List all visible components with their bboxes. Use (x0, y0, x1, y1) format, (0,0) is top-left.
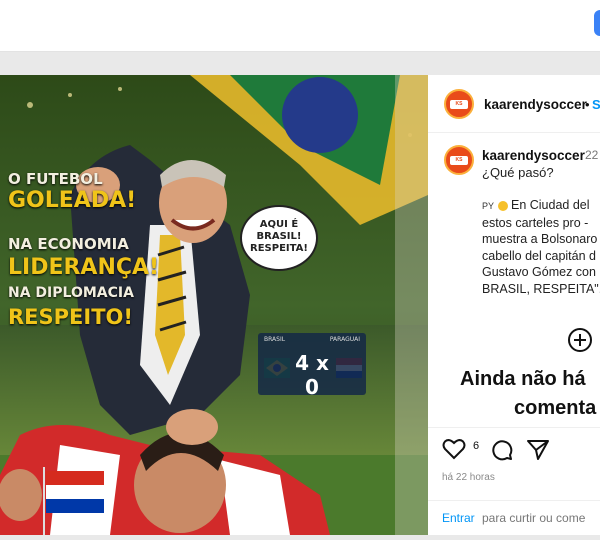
heart-icon[interactable] (442, 438, 466, 460)
avatar-logo-icon: KS (450, 100, 468, 109)
caption-avatar[interactable]: KS (444, 145, 474, 175)
bubble-line: AQUI É (259, 219, 299, 230)
poster-text-line: GOLEADA! (8, 188, 137, 213)
post-side-panel: KS kaarendysoccer • S KS kaarendysoccer … (428, 75, 600, 535)
browser-topbar (0, 0, 600, 52)
caption-line: BRASIL, RESPEITA". (482, 281, 600, 296)
no-comments-title: Ainda não há (460, 368, 586, 390)
poster-text-line: NA DIPLOMACIA (8, 285, 134, 301)
flag-code: PY (482, 201, 495, 211)
team-left-label: BRASIL (264, 336, 286, 343)
poster-text-line: LIDERANÇA! (8, 255, 160, 280)
poster-text-line: NA ECONOMIA (8, 235, 129, 253)
login-prompt: Entrar para curtir ou come (428, 500, 600, 536)
caption-line: Gustavo Gómez con (482, 265, 596, 279)
top-right-button[interactable] (594, 10, 600, 36)
post-timestamp: há 22 horas (442, 472, 495, 483)
login-prompt-text: para curtir ou come (482, 511, 586, 525)
team-right-label: PARAGUAI (329, 336, 360, 343)
speech-bubble: AQUI É BRASIL! RESPEITA! (240, 205, 318, 271)
comment-icon[interactable] (490, 438, 514, 462)
post-image[interactable]: O FUTEBOL GOLEADA! NA ECONOMIA LIDERANÇA… (0, 75, 428, 535)
separator-dot: • (585, 97, 590, 112)
login-link[interactable]: Entrar (442, 511, 475, 525)
follow-button[interactable]: S (592, 97, 600, 112)
add-comment-icon[interactable] (568, 328, 592, 352)
caption-line: cabello del capitán d (482, 248, 596, 263)
scoreboard: BRASIL PARAGUAI 4 x 0 (258, 333, 366, 399)
avatar-logo-icon: KS (450, 156, 468, 165)
score-result: 4 x 0 (295, 351, 329, 399)
caption-time: 22 (585, 148, 599, 162)
post-actions: 6 há 22 horas Entrar para curtir ou come (428, 427, 600, 535)
post-header: KS kaarendysoccer • S (428, 75, 600, 133)
emoji-icon (497, 200, 508, 211)
caption-line: estos carteles pro - (482, 215, 589, 230)
post-username[interactable]: kaarendysoccer (484, 97, 587, 112)
poster-text-line: RESPEITO! (8, 305, 133, 329)
caption-body: PY En Ciudad del estos carteles pro - mu… (454, 197, 600, 297)
caption-line: muestra a Bolsonaro (482, 232, 598, 246)
like-count: 6 (473, 440, 480, 452)
poster-text-line: O FUTEBOL (8, 170, 103, 188)
no-comments-subtitle: comenta (514, 397, 597, 419)
caption-line: En Ciudad del (510, 198, 590, 212)
share-icon[interactable] (526, 438, 550, 462)
bubble-line: RESPEITA! (250, 243, 308, 254)
caption-username[interactable]: kaarendysoccer (482, 148, 585, 163)
avatar[interactable]: KS (444, 89, 474, 119)
bubble-line: BRASIL! (256, 231, 302, 242)
caption-question: ¿Qué pasó? (482, 165, 554, 180)
